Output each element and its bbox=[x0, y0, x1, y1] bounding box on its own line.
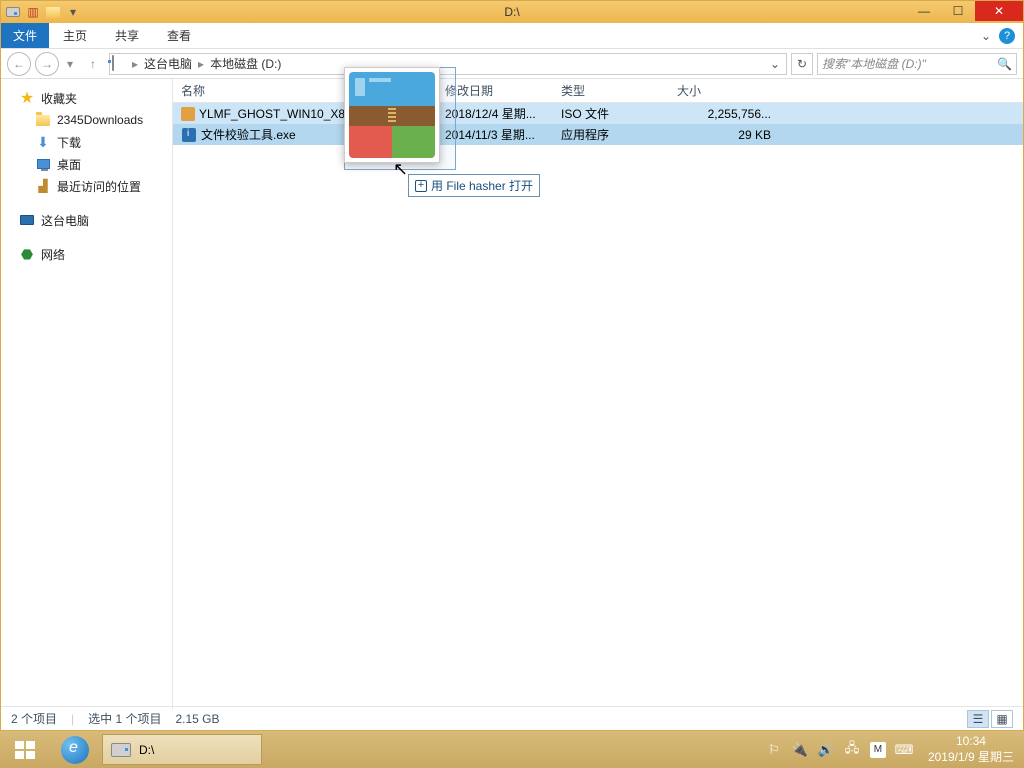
details-view-button[interactable]: ☰ bbox=[967, 710, 989, 728]
status-selected-count: 选中 1 个项目 bbox=[88, 710, 161, 727]
navigation-pane: ★收藏夹 2345Downloads ⬇下载 桌面 ▟最近访问的位置 这台电脑 … bbox=[1, 79, 173, 709]
sidebar-favorites[interactable]: ★收藏夹 bbox=[1, 87, 172, 109]
taskbar[interactable]: D:\ ⚐ 🔌 🔊 🖧 M ⌨ 10:34 2019/1/9 星期三 bbox=[0, 731, 1024, 768]
refresh-button[interactable]: ↻ bbox=[791, 53, 813, 75]
chevron-right-icon[interactable]: ▸ bbox=[196, 57, 206, 71]
maximize-button[interactable]: ☐ bbox=[941, 1, 975, 21]
start-button[interactable] bbox=[0, 731, 50, 768]
windows-logo-icon bbox=[13, 738, 37, 762]
exe-icon bbox=[181, 127, 197, 143]
drive-icon bbox=[5, 4, 21, 20]
column-type[interactable]: 类型 bbox=[553, 79, 669, 102]
quick-access-toolbar: ▥ ▾ bbox=[1, 4, 81, 20]
chevron-right-icon[interactable]: ▸ bbox=[130, 57, 140, 71]
sidebar-item-recent[interactable]: ▟最近访问的位置 bbox=[1, 175, 172, 197]
drive-icon bbox=[112, 56, 128, 72]
column-headers: 名称 修改日期 类型 大小 bbox=[173, 79, 1023, 103]
address-bar[interactable]: ▸ 这台电脑 ▸ 本地磁盘 (D:) ⌄ bbox=[109, 53, 787, 75]
taskbar-ie[interactable] bbox=[50, 731, 100, 768]
tab-home[interactable]: 主页 bbox=[49, 23, 101, 48]
power-icon[interactable]: 🔌 bbox=[792, 742, 808, 758]
up-button[interactable]: ↑ bbox=[81, 52, 105, 76]
new-folder-icon[interactable] bbox=[45, 4, 61, 20]
navigation-bar: ← → ▾ ↑ ▸ 这台电脑 ▸ 本地磁盘 (D:) ⌄ ↻ 搜索"本地磁盘 (… bbox=[1, 49, 1023, 79]
help-icon[interactable]: ? bbox=[999, 28, 1015, 44]
action-center-icon[interactable]: ⚐ bbox=[766, 742, 782, 758]
desktop-icon bbox=[35, 156, 51, 172]
folder-icon bbox=[35, 112, 51, 128]
address-dropdown-icon[interactable]: ⌄ bbox=[766, 57, 784, 71]
titlebar[interactable]: ▥ ▾ D:\ — ☐ ✕ bbox=[1, 1, 1023, 23]
star-icon: ★ bbox=[19, 90, 35, 106]
network-icon[interactable]: 🖧 bbox=[844, 742, 860, 758]
properties-icon[interactable]: ▥ bbox=[25, 4, 41, 20]
back-button[interactable]: ← bbox=[7, 52, 31, 76]
address-segment[interactable]: 这台电脑 bbox=[142, 55, 194, 72]
tab-share[interactable]: 共享 bbox=[101, 23, 153, 48]
status-bar: 2 个项目 | 选中 1 个项目 2.15 GB ☰ ▦ bbox=[1, 706, 1023, 730]
column-date[interactable]: 修改日期 bbox=[437, 79, 553, 102]
forward-button[interactable]: → bbox=[35, 52, 59, 76]
plus-icon: + bbox=[415, 180, 427, 192]
search-placeholder: 搜索"本地磁盘 (D:)" bbox=[822, 55, 926, 72]
qat-dropdown-icon[interactable]: ▾ bbox=[65, 4, 81, 20]
column-size[interactable]: 大小 bbox=[669, 79, 779, 102]
explorer-window: ▥ ▾ D:\ — ☐ ✕ 文件 主页 共享 查看 ⌄ ? ← → ▾ ↑ ▸ … bbox=[0, 0, 1024, 731]
system-tray: ⚐ 🔌 🔊 🖧 M ⌨ 10:34 2019/1/9 星期三 bbox=[766, 731, 1024, 768]
iso-icon bbox=[181, 106, 195, 122]
window-title: D:\ bbox=[504, 5, 519, 19]
taskbar-app-explorer[interactable]: D:\ bbox=[102, 734, 262, 765]
ie-icon bbox=[61, 736, 89, 764]
status-size: 2.15 GB bbox=[175, 712, 219, 726]
computer-icon bbox=[19, 212, 35, 228]
minimize-button[interactable]: — bbox=[907, 1, 941, 21]
input-icon[interactable]: ⌨ bbox=[896, 742, 912, 758]
search-input[interactable]: 搜索"本地磁盘 (D:)" 🔍 bbox=[817, 53, 1017, 75]
close-button[interactable]: ✕ bbox=[975, 1, 1023, 21]
recent-icon: ▟ bbox=[35, 178, 51, 194]
drag-ghost bbox=[344, 67, 440, 163]
ime-icon[interactable]: M bbox=[870, 742, 886, 758]
taskbar-clock[interactable]: 10:34 2019/1/9 星期三 bbox=[922, 734, 1020, 765]
network-icon: ⬣ bbox=[19, 246, 35, 262]
search-icon[interactable]: 🔍 bbox=[997, 57, 1012, 71]
icons-view-button[interactable]: ▦ bbox=[991, 710, 1013, 728]
file-row[interactable]: 文件校验工具.exe 2014/11/3 星期... 应用程序 29 KB bbox=[173, 124, 1023, 145]
recent-locations-icon[interactable]: ▾ bbox=[63, 52, 77, 76]
expand-ribbon-icon[interactable]: ⌄ bbox=[981, 29, 991, 43]
sidebar-computer[interactable]: 这台电脑 bbox=[1, 209, 172, 231]
drive-icon bbox=[111, 743, 131, 757]
status-item-count: 2 个项目 bbox=[11, 710, 57, 727]
file-row[interactable]: YLMF_GHOST_WIN10_X86_V2018_12.iso 2018/1… bbox=[173, 103, 1023, 124]
ribbon-tabs: 文件 主页 共享 查看 ⌄ ? bbox=[1, 23, 1023, 49]
download-icon: ⬇ bbox=[35, 134, 51, 150]
sidebar-item-desktop[interactable]: 桌面 bbox=[1, 153, 172, 175]
file-list[interactable]: 名称 修改日期 类型 大小 YLMF_GHOST_WIN10_X86_V2018… bbox=[173, 79, 1023, 709]
sidebar-network[interactable]: ⬣网络 bbox=[1, 243, 172, 265]
tab-view[interactable]: 查看 bbox=[153, 23, 205, 48]
drop-tooltip: + 用 File hasher 打开 bbox=[408, 174, 540, 197]
address-segment[interactable]: 本地磁盘 (D:) bbox=[208, 55, 283, 72]
file-tab[interactable]: 文件 bbox=[1, 23, 49, 48]
window-controls: — ☐ ✕ bbox=[907, 1, 1023, 21]
archive-icon bbox=[349, 72, 435, 158]
sidebar-item-2345downloads[interactable]: 2345Downloads bbox=[1, 109, 172, 131]
sidebar-item-downloads[interactable]: ⬇下载 bbox=[1, 131, 172, 153]
volume-icon[interactable]: 🔊 bbox=[818, 742, 834, 758]
